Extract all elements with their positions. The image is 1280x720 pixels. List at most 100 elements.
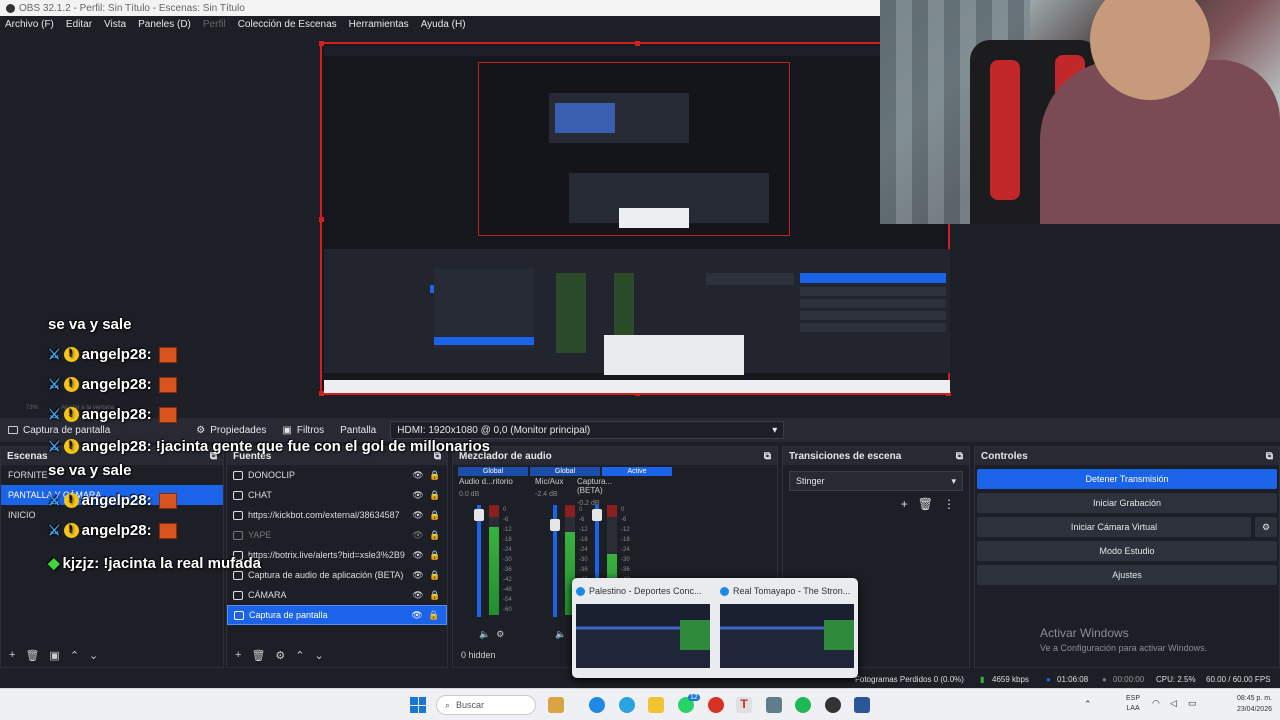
speaker-icon[interactable]: 🔈: [555, 629, 566, 640]
gear-icon[interactable]: ⚙: [275, 649, 285, 662]
thumbnail-window[interactable]: Palestino - Deportes Conc...: [576, 584, 712, 676]
lock-icon[interactable]: 🔒: [429, 510, 441, 521]
lock-icon[interactable]: 🔒: [428, 610, 440, 621]
menu-item[interactable]: Editar: [66, 19, 92, 30]
controls-title-label: Controles: [981, 450, 1028, 462]
lock-icon[interactable]: 🔒: [429, 590, 441, 601]
source-item[interactable]: CÁMARA 👁 🔒: [227, 585, 447, 605]
mixer-tab[interactable]: Global: [458, 467, 528, 476]
lock-icon[interactable]: 🔒: [429, 470, 441, 481]
obs-icon[interactable]: [825, 697, 841, 713]
windows-start-icon[interactable]: [410, 697, 426, 713]
telegram-icon[interactable]: [619, 697, 635, 713]
arrow-down-icon[interactable]: ⌄: [89, 649, 98, 662]
volume-fader[interactable]: [550, 505, 560, 617]
gear-icon[interactable]: ⚙: [1255, 517, 1277, 537]
battery-icon[interactable]: ▭: [1188, 698, 1197, 709]
menu-item[interactable]: Paneles (D): [138, 19, 191, 30]
source-type-icon: [234, 610, 244, 620]
menu-item[interactable]: Ayuda (H): [421, 19, 466, 30]
clock[interactable]: 08:45 p. m. 23/04/2026: [1237, 693, 1272, 715]
language-indicator[interactable]: ESP LAA: [1126, 694, 1140, 714]
word-icon[interactable]: [854, 697, 870, 713]
preview-area[interactable]: [0, 0, 1280, 402]
folder-icon[interactable]: [648, 697, 664, 713]
visibility-eye-icon[interactable]: 👁: [411, 610, 423, 621]
add-icon[interactable]: +: [901, 497, 908, 511]
fader-knob[interactable]: [592, 509, 602, 521]
channel-controls: 🔈⚙: [479, 629, 504, 640]
visibility-eye-icon[interactable]: 👁: [412, 490, 424, 501]
calculator-icon[interactable]: [766, 697, 782, 713]
visibility-eye-icon[interactable]: 👁: [412, 590, 424, 601]
arrow-up-icon[interactable]: ⌃: [295, 649, 304, 662]
db-tick: 0: [621, 507, 625, 513]
volume-fader[interactable]: [474, 505, 484, 617]
preview-canvas[interactable]: [319, 41, 951, 396]
source-item[interactable]: Captura de pantalla 👁 🔒: [227, 605, 447, 625]
trash-icon[interactable]: 🗑: [25, 649, 39, 662]
mixer-tab[interactable]: Active: [602, 467, 672, 476]
add-icon[interactable]: +: [235, 649, 241, 661]
visibility-eye-icon[interactable]: 👁: [412, 510, 424, 521]
menu-item[interactable]: Archivo (F): [5, 19, 54, 30]
lock-icon[interactable]: 🔒: [429, 570, 441, 581]
source-name: YAPE: [248, 530, 272, 540]
clock-date: 23/04/2026: [1236, 706, 1272, 713]
sword-badge-icon: ⚔: [48, 346, 61, 362]
source-item[interactable]: CHAT 👁 🔒: [227, 485, 447, 505]
arrow-down-icon[interactable]: ⌄: [315, 649, 324, 662]
spotify-icon[interactable]: [795, 697, 811, 713]
trash-icon[interactable]: 🗑: [918, 497, 933, 511]
menu-item[interactable]: Herramientas: [349, 19, 409, 30]
channel-name[interactable]: Captura... (BETA): [577, 477, 632, 495]
tray-arrow-icon[interactable]: ⌃: [1084, 699, 1092, 710]
visibility-eye-icon[interactable]: 👁: [412, 530, 424, 541]
arrow-up-icon[interactable]: ⌃: [70, 649, 79, 662]
filter-icon[interactable]: ▣: [49, 649, 59, 662]
source-name: CHAT: [248, 490, 272, 500]
trash-icon[interactable]: 🗑: [251, 649, 265, 662]
thumbnail-window[interactable]: Real Tomayapo - The Stron...: [720, 584, 856, 676]
more-vertical-icon[interactable]: ⋮: [943, 497, 955, 511]
transition-select[interactable]: Stinger ▾: [789, 471, 963, 491]
edge-icon[interactable]: [589, 697, 605, 713]
visibility-eye-icon[interactable]: 👁: [412, 470, 424, 481]
taskbar-search[interactable]: ⌕ Buscar: [436, 695, 536, 715]
text-editor-icon[interactable]: T: [736, 697, 752, 713]
lock-icon[interactable]: 🔒: [429, 550, 441, 561]
mixer-tab[interactable]: Global: [530, 467, 600, 476]
fader-knob[interactable]: [474, 509, 484, 521]
visibility-eye-icon[interactable]: 👁: [412, 550, 424, 561]
chrome-icon[interactable]: [708, 697, 724, 713]
menu-item[interactable]: Perfil: [203, 19, 226, 30]
fader-knob[interactable]: [550, 519, 560, 531]
source-item[interactable]: YAPE 👁 🔒: [227, 525, 447, 545]
widget-icon[interactable]: [548, 697, 564, 713]
settings-button[interactable]: Ajustes: [977, 565, 1277, 585]
start-recording-button[interactable]: Iniciar Grabación: [977, 493, 1277, 513]
lock-icon[interactable]: 🔒: [429, 490, 441, 501]
chat-message: ⚔! angelp28:: [48, 346, 177, 363]
screen-select[interactable]: HDMI: 1920x1080 @ 0,0 (Monitor principal…: [390, 421, 785, 439]
studio-mode-button[interactable]: Modo Estudio: [977, 541, 1277, 561]
visibility-eye-icon[interactable]: 👁: [412, 570, 424, 581]
source-item[interactable]: DONOCLIP 👁 🔒: [227, 465, 447, 485]
gear-icon[interactable]: ⚙: [496, 629, 504, 640]
menu-item[interactable]: Colección de Escenas: [238, 19, 337, 30]
lock-icon[interactable]: 🔒: [429, 530, 441, 541]
start-virtual-camera-button[interactable]: Iniciar Cámara Virtual: [977, 517, 1251, 537]
undock-icon[interactable]: ⧉: [1266, 451, 1273, 462]
resize-handle[interactable]: [319, 217, 324, 222]
add-icon[interactable]: +: [9, 649, 15, 661]
undock-icon[interactable]: ⧉: [764, 451, 771, 462]
undock-icon[interactable]: ⧉: [956, 451, 963, 462]
stop-streaming-button[interactable]: Detener Transmisión: [977, 469, 1277, 489]
db-tick: -18: [579, 537, 588, 543]
wifi-icon[interactable]: ◠: [1152, 698, 1160, 709]
speaker-icon[interactable]: 🔈: [479, 629, 490, 640]
source-item[interactable]: https://kickbot.com/external/38634587 👁 🔒: [227, 505, 447, 525]
channel-name[interactable]: Audio d...ritorio: [459, 477, 514, 486]
volume-icon[interactable]: ◁: [1170, 698, 1177, 709]
menu-item[interactable]: Vista: [104, 19, 126, 30]
